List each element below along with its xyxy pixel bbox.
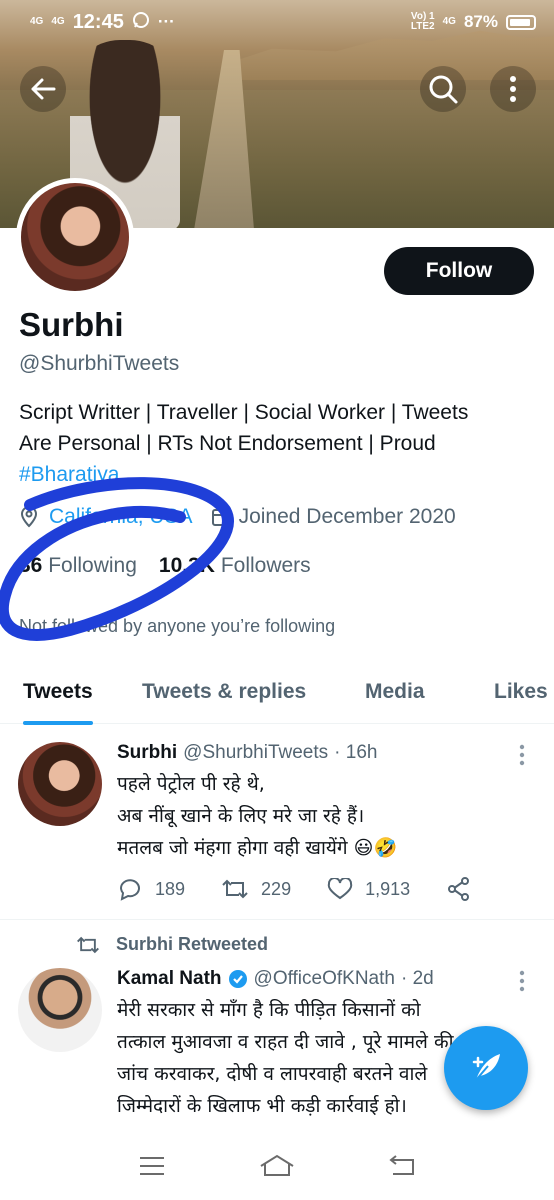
tweet-time: · 2d bbox=[400, 968, 434, 989]
retweet-icon bbox=[222, 879, 248, 899]
arrow-left-icon bbox=[31, 78, 56, 100]
signal-1-label: 4G bbox=[30, 16, 44, 27]
profile-handle: @ShurbhiTweets bbox=[19, 352, 180, 375]
retweet-count: 229 bbox=[261, 878, 292, 899]
tweet-author-name[interactable]: Kamal Nath bbox=[117, 968, 222, 990]
vertical-dots-icon bbox=[519, 744, 525, 766]
tab-likes-label: Likes bbox=[494, 680, 548, 703]
tweet-text-line: पहले पेट्रोल पी रहे थे, bbox=[117, 773, 265, 795]
share-button[interactable] bbox=[446, 876, 472, 902]
more-options-button[interactable] bbox=[490, 66, 536, 112]
profile-tabs: Tweets Tweets & replies Media Likes bbox=[0, 660, 554, 725]
system-navigation-bar bbox=[0, 1132, 554, 1200]
followers-link[interactable]: 10.3K Followers bbox=[159, 554, 311, 578]
location-text: California, USA bbox=[49, 505, 193, 528]
tweet-avatar[interactable] bbox=[18, 742, 102, 826]
bio-line-2: Are Personal | RTs Not Endorsement | Pro… bbox=[19, 432, 436, 455]
tweet-text-line: मेरी सरकार से माँग है कि पीड़ित किसानों … bbox=[117, 999, 421, 1021]
status-left: 4G 4G 12:45 ··· bbox=[30, 11, 175, 34]
back-arrow-icon bbox=[389, 1155, 414, 1175]
tweet-author-handle: @OfficeOfKNath bbox=[253, 968, 395, 989]
tweet-actions: 189 229 1,913 bbox=[117, 876, 508, 902]
tab-tweets-label: Tweets bbox=[23, 680, 93, 703]
back-button[interactable] bbox=[20, 66, 66, 112]
retweet-button[interactable]: 229 bbox=[221, 878, 291, 900]
tweet-text-line: तत्काल मुआवजा व राहत दी जावे , पूरे मामल… bbox=[117, 1031, 454, 1053]
like-count: 1,913 bbox=[365, 878, 411, 899]
bio-line-1: Script Writter | Traveller | Social Work… bbox=[19, 401, 469, 424]
network-2-label: 4G bbox=[442, 16, 456, 27]
following-label: Following bbox=[48, 554, 137, 577]
search-icon bbox=[429, 75, 458, 104]
tweet-text: मेरी सरकार से माँग है कि पीड़ित किसानों … bbox=[117, 994, 497, 1122]
battery-icon bbox=[506, 14, 536, 30]
tweet-item[interactable]: Surbhi @ShurbhiTweets · 16h पहले पेट्रोल… bbox=[0, 730, 554, 920]
tab-tweets[interactable]: Tweets bbox=[23, 660, 93, 725]
share-icon bbox=[448, 877, 470, 901]
tweet-menu-button[interactable] bbox=[512, 740, 532, 770]
more-notifications-icon: ··· bbox=[157, 12, 175, 31]
status-right: Vo) 1 LTE2 4G 87% bbox=[411, 12, 536, 32]
location-icon bbox=[19, 506, 39, 528]
home-icon bbox=[260, 1154, 294, 1176]
followers-label: Followers bbox=[220, 554, 311, 577]
tweet-time: · 16h bbox=[334, 742, 378, 763]
tweet-avatar[interactable] bbox=[18, 968, 102, 1052]
tweet-text: पहले पेट्रोल पी रहे थे, अब नींबू खाने के… bbox=[117, 768, 537, 864]
vertical-dots-icon bbox=[519, 970, 525, 992]
back-nav-button[interactable] bbox=[377, 1146, 427, 1186]
menu-lines-icon bbox=[140, 1157, 165, 1175]
clock: 12:45 bbox=[72, 10, 124, 33]
retweeted-by-label[interactable]: Surbhi Retweeted bbox=[116, 934, 268, 955]
tweet-text-line: जिम्मेदारों के खिलाफ भी कड़ी कार्रवाई हो… bbox=[117, 1095, 407, 1117]
like-button[interactable]: 1,913 bbox=[327, 878, 410, 900]
profile-bio: Script Writter | Traveller | Social Work… bbox=[19, 397, 519, 490]
tweet-header: Surbhi @ShurbhiTweets · 16h bbox=[117, 742, 377, 764]
reply-button[interactable]: 189 bbox=[117, 877, 185, 901]
tweet-text-line: अब नींबू खाने के लिए मरे जा रहे हैं। bbox=[117, 805, 365, 827]
not-followed-note: Not followed by anyone you’re following bbox=[19, 616, 336, 636]
followers-count: 10.3K bbox=[158, 554, 215, 577]
tab-media[interactable]: Media bbox=[365, 660, 425, 724]
tab-tweets-and-replies-label: Tweets & replies bbox=[142, 680, 307, 703]
tweet-header: Kamal Nath @OfficeOfKNath · 2d bbox=[117, 968, 434, 990]
retweeted-indicator: Surbhi Retweeted bbox=[76, 934, 268, 955]
reply-count: 189 bbox=[155, 878, 186, 899]
following-link[interactable]: 36 Following bbox=[19, 554, 137, 578]
following-count: 36 bbox=[19, 554, 43, 577]
bio-hashtag[interactable]: #Bharatiya bbox=[19, 459, 519, 490]
signal-2-label: 4G bbox=[51, 16, 65, 27]
joined-date: Joined December 2020 bbox=[238, 505, 456, 528]
tweet-text-line: जांच करवाकर, दोषी व लापरवाही बरतने वाले bbox=[117, 1063, 428, 1085]
follow-button[interactable]: Follow bbox=[384, 247, 534, 295]
compose-tweet-button[interactable] bbox=[444, 1026, 528, 1110]
tweet-author-handle: @ShurbhiTweets bbox=[183, 742, 329, 763]
network-label: Vo) 1 LTE2 bbox=[410, 11, 435, 32]
verified-badge-icon bbox=[228, 970, 247, 988]
retweet-icon bbox=[77, 936, 99, 953]
whatsapp-icon bbox=[132, 11, 150, 34]
tweet-author-name[interactable]: Surbhi bbox=[117, 742, 177, 764]
tab-media-label: Media bbox=[365, 680, 425, 703]
tweet-text-line: मतलब जो मंहगा होगा वही खायेंगे 😃🤣 bbox=[117, 837, 398, 859]
tab-likes[interactable]: Likes bbox=[494, 660, 548, 724]
tweet-menu-button[interactable] bbox=[512, 966, 532, 996]
profile-avatar[interactable] bbox=[16, 178, 134, 296]
reply-icon bbox=[119, 879, 140, 901]
battery-percent: 87% bbox=[463, 12, 498, 31]
follow-stats: 36 Following 10.3K Followers bbox=[19, 554, 311, 578]
recent-apps-button[interactable] bbox=[127, 1146, 177, 1186]
status-bar: 4G 4G 12:45 ··· Vo) 1 LTE2 4G 87% bbox=[0, 0, 554, 44]
heart-icon bbox=[327, 878, 353, 900]
tab-tweets-and-replies[interactable]: Tweets & replies bbox=[142, 660, 306, 724]
profile-name: Surbhi bbox=[19, 306, 124, 343]
profile-meta: California, USA Joined December 2020 bbox=[19, 505, 456, 529]
vertical-dots-icon bbox=[510, 76, 516, 102]
calendar-icon bbox=[211, 507, 229, 527]
feather-plus-icon bbox=[472, 1054, 500, 1081]
home-button[interactable] bbox=[252, 1146, 302, 1186]
search-button[interactable] bbox=[420, 66, 466, 112]
